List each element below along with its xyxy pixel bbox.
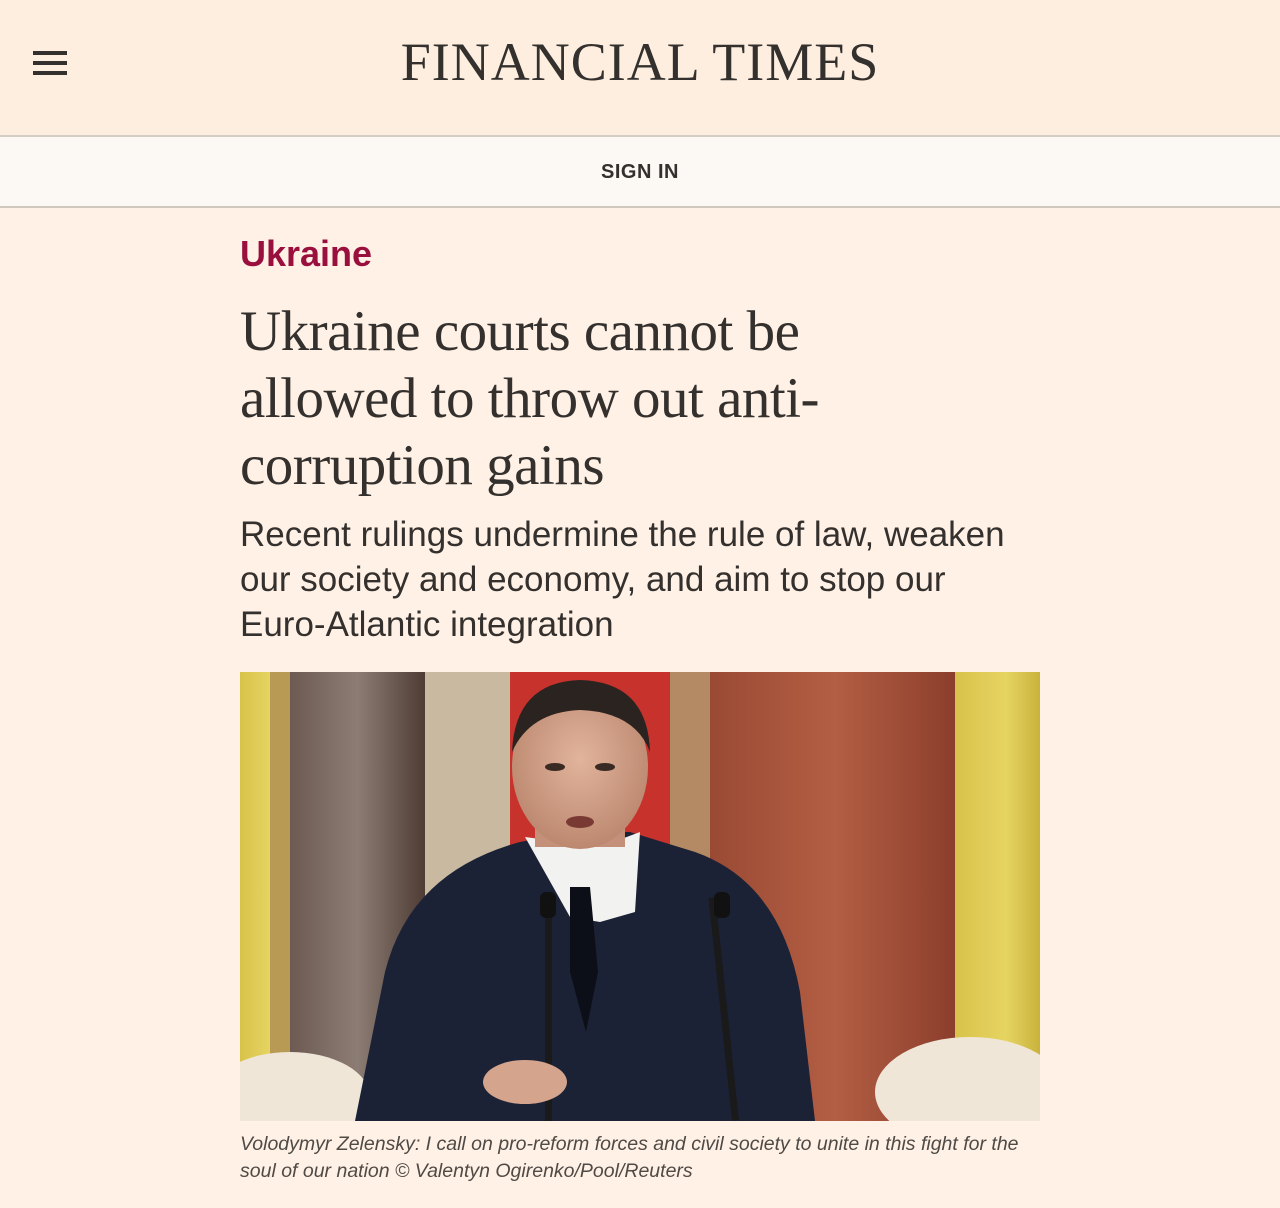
article-photo — [240, 672, 1040, 1121]
site-header: FINANCIAL TIMES — [0, 0, 1280, 137]
topic-tag[interactable]: Ukraine — [240, 232, 372, 276]
photo-caption: Volodymyr Zelensky: I call on pro-reform… — [240, 1133, 1019, 1182]
article-standfirst: Recent rulings undermine the rule of law… — [240, 515, 1005, 644]
signin-bar: SIGN IN — [0, 137, 1280, 208]
article-headline: Ukraine courts cannot be allowed to thro… — [240, 300, 820, 497]
sign-in-button[interactable]: SIGN IN — [0, 159, 1280, 185]
masthead-logo[interactable]: FINANCIAL TIMES — [0, 30, 1280, 94]
